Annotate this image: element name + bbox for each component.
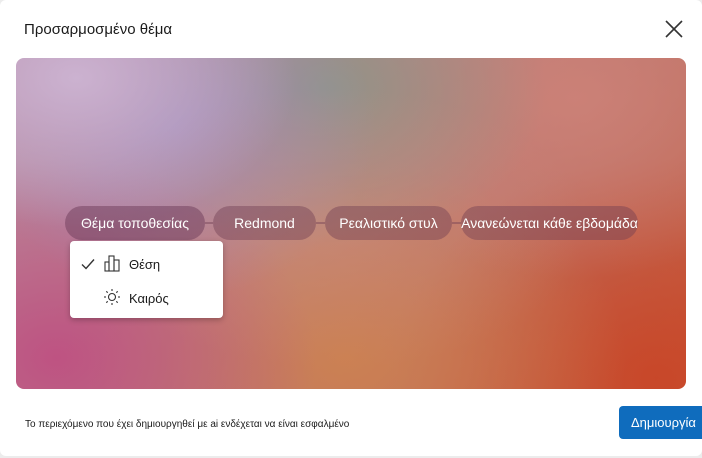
chip-weekly-refresh[interactable]: Ανανεώνεται κάθε εβδομάδα [461, 206, 638, 240]
menu-item-label: Θέση [129, 257, 161, 272]
theme-preview: Θέμα τοποθεσίας Redmond Ρεαλιστικό στυλ … [16, 58, 686, 389]
chip-connector [205, 222, 213, 224]
chip-connector [316, 222, 325, 224]
close-button[interactable] [661, 16, 687, 42]
menu-item-location[interactable]: Θέση [70, 249, 223, 281]
menu-item-weather[interactable]: Καιρός [70, 283, 223, 315]
checkmark-icon [81, 259, 95, 270]
location-theme-dropdown: Θέση Καιρός [70, 241, 223, 318]
sun-icon [104, 289, 120, 305]
landmark-icon [104, 255, 120, 272]
chip-location-theme[interactable]: Θέμα τοποθεσίας [65, 206, 205, 240]
close-icon [665, 20, 683, 38]
ai-disclaimer: Το περιεχόμενο που έχει δημιουργηθεί με … [25, 419, 350, 430]
custom-theme-dialog: Προσαρμοσμένο θέμα Θέμα τοποθεσίας Redmo… [0, 0, 702, 456]
chip-realistic-style[interactable]: Ρεαλιστικό στυλ [325, 206, 452, 240]
create-button[interactable]: Δημιουργία [619, 406, 702, 439]
menu-item-label: Καιρός [129, 291, 169, 306]
dialog-title: Προσαρμοσμένο θέμα [24, 21, 173, 38]
chip-redmond[interactable]: Redmond [213, 206, 316, 240]
chip-connector [452, 222, 461, 224]
